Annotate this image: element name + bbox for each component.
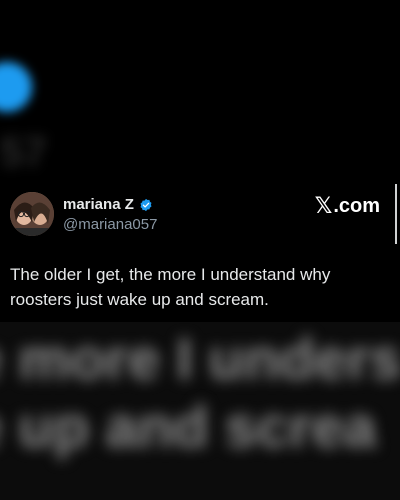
- brand-suffix: .com: [333, 194, 380, 217]
- user-name[interactable]: mariana Z: [63, 196, 134, 213]
- brand-logo[interactable]: 𝕏 .com: [315, 193, 380, 219]
- avatar-image: [10, 192, 54, 236]
- blurred-background-top: 57: [0, 0, 400, 180]
- blurred-text-line-2: e up and screa: [0, 395, 377, 460]
- blurred-text-line-1: e more I unders: [0, 327, 400, 392]
- verified-badge-icon: [140, 198, 152, 211]
- scrollbar[interactable]: [395, 184, 397, 244]
- blurred-background-bottom: e more I unders e up and screa: [0, 322, 400, 500]
- blurred-text-top: 57: [0, 128, 47, 175]
- tweet-text: The older I get, the more I understand w…: [10, 265, 331, 309]
- x-logo-icon: 𝕏: [314, 193, 333, 218]
- user-name-row[interactable]: mariana Z: [63, 196, 153, 213]
- blurred-blue-dot: [0, 62, 32, 112]
- user-handle[interactable]: @mariana057: [63, 216, 157, 233]
- avatar[interactable]: [10, 192, 54, 236]
